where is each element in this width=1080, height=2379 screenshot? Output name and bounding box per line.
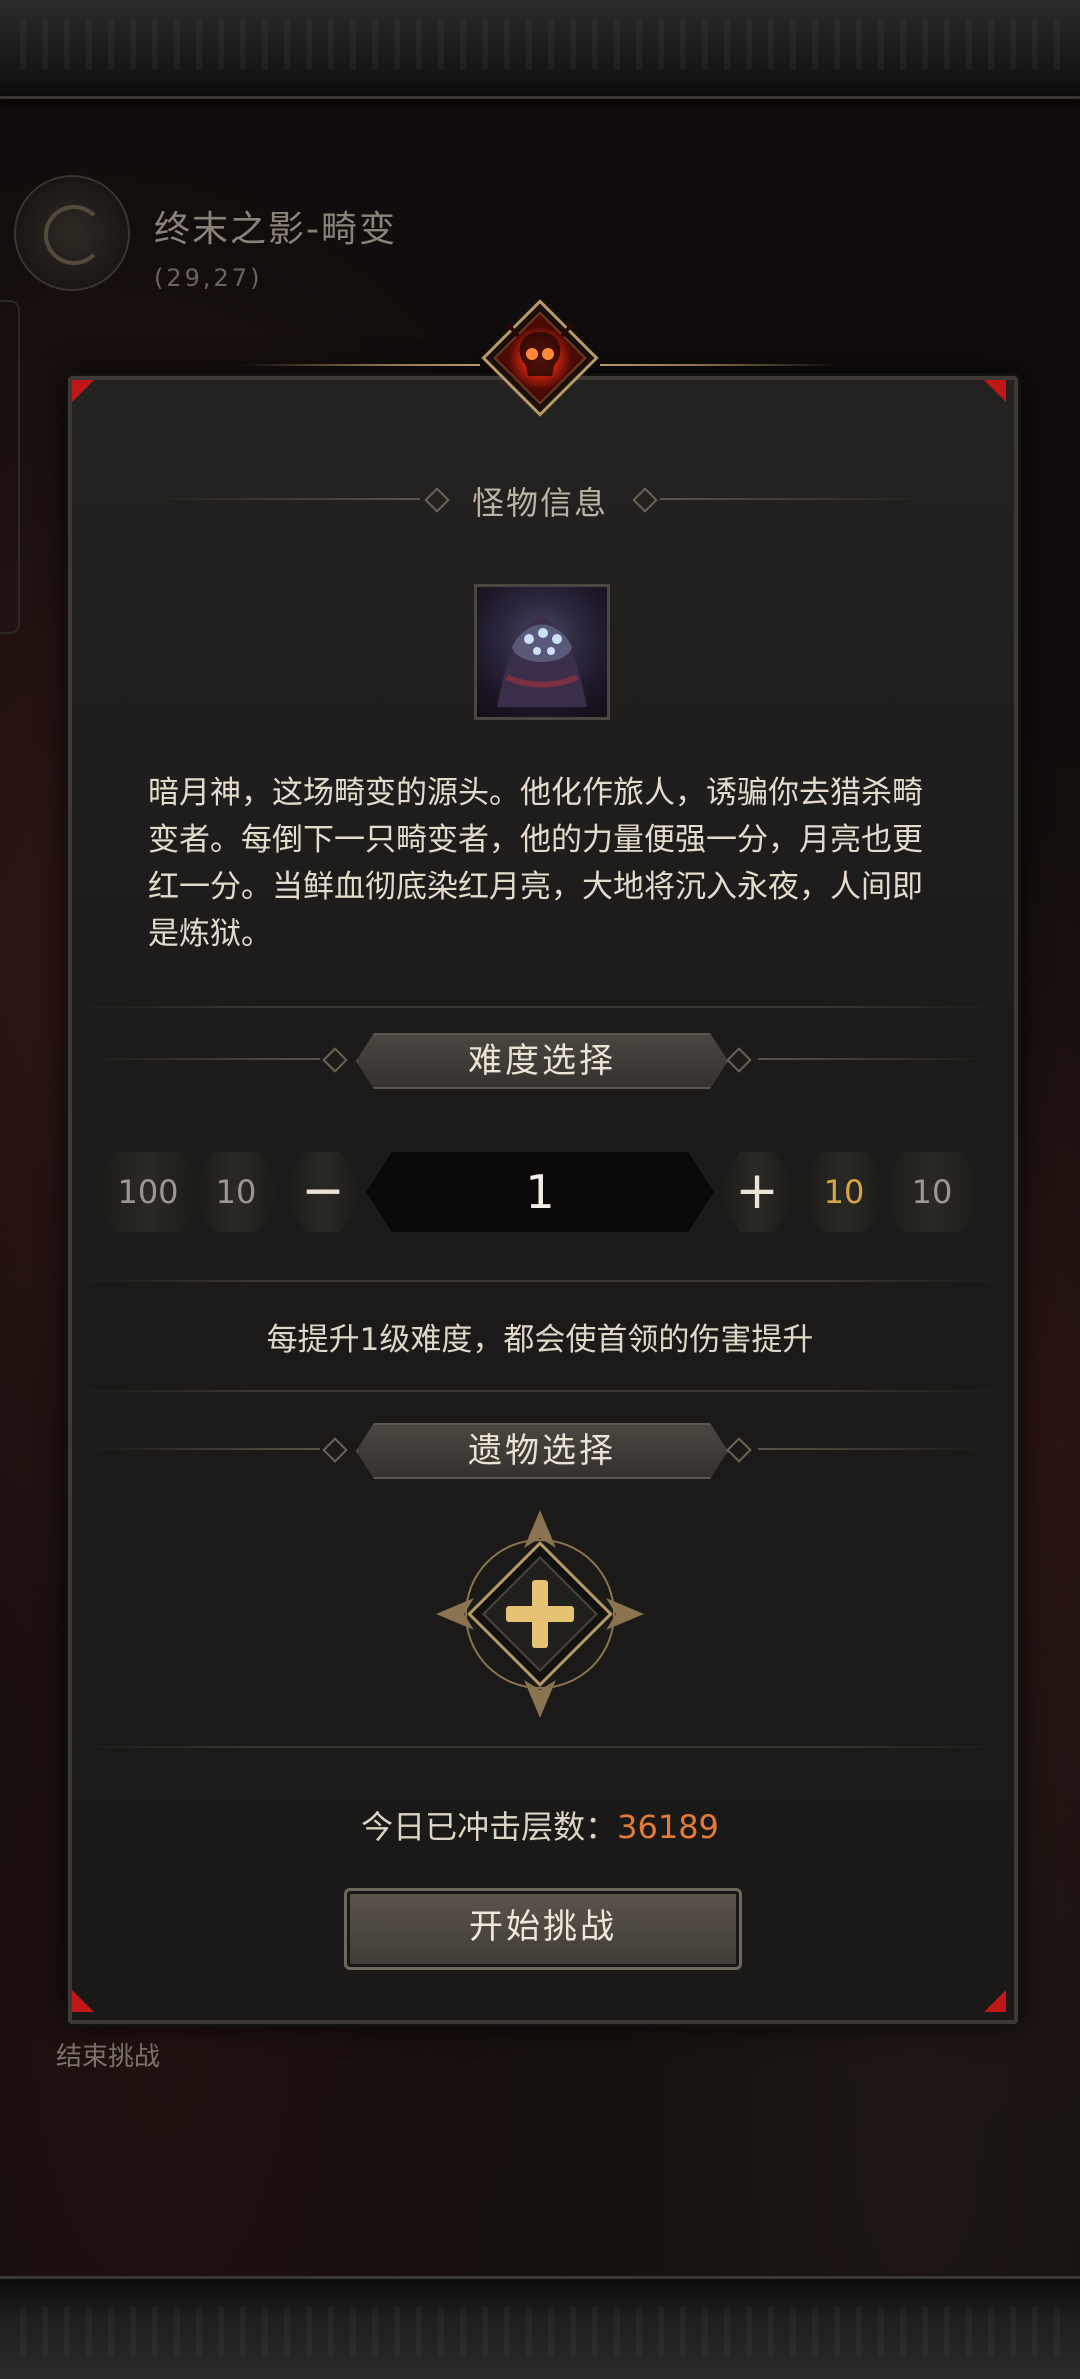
section-line (758, 1448, 988, 1450)
count-value: 36189 (617, 1808, 719, 1846)
monster-portrait (474, 584, 610, 720)
difficulty-title: 难度选择 (356, 1033, 728, 1089)
end-challenge-button[interactable]: 结束挑战 (56, 2036, 160, 2073)
difficulty-minus-100-button[interactable]: 100 (90, 1152, 206, 1232)
section-line (758, 1058, 988, 1060)
monster-description: 暗月神，这场畸变的源头。他化作旅人，诱骗你去猎杀畸变者。每倒下一只畸变者，他的力… (148, 775, 923, 952)
side-panel-edge (0, 300, 20, 634)
badge-wing-right (600, 364, 840, 366)
section-divider (72, 1280, 1006, 1282)
daily-floor-count: 今日已冲击层数：36189 (0, 1802, 1080, 1848)
difficulty-value: 1 (366, 1152, 714, 1232)
section-line (90, 1058, 320, 1060)
boss-skull-icon (481, 299, 599, 417)
count-label-text: 今日已冲击层数： (361, 1808, 618, 1846)
bottom-frame (0, 2276, 1080, 2379)
top-frame (0, 0, 1080, 99)
section-line (660, 498, 930, 500)
location-emblem-icon (14, 175, 130, 291)
badge-wing-left (240, 364, 480, 366)
start-challenge-button[interactable]: 开始挑战 (344, 1888, 742, 1970)
add-relic-plus-icon[interactable] (434, 1508, 646, 1720)
section-divider (72, 1006, 1006, 1008)
location-coordinates: (29,27) (154, 264, 263, 292)
section-line (150, 498, 420, 500)
location-title: 终末之影-畸变 (154, 209, 397, 250)
section-line (90, 1448, 320, 1450)
relic-title: 遗物选择 (356, 1423, 728, 1479)
section-divider (72, 1390, 1006, 1392)
monster-info-title: 怪物信息 (471, 484, 608, 522)
section-divider (72, 1746, 1006, 1748)
difficulty-hint: 每提升1级难度，都会使首领的伤害提升 (266, 1322, 814, 1358)
